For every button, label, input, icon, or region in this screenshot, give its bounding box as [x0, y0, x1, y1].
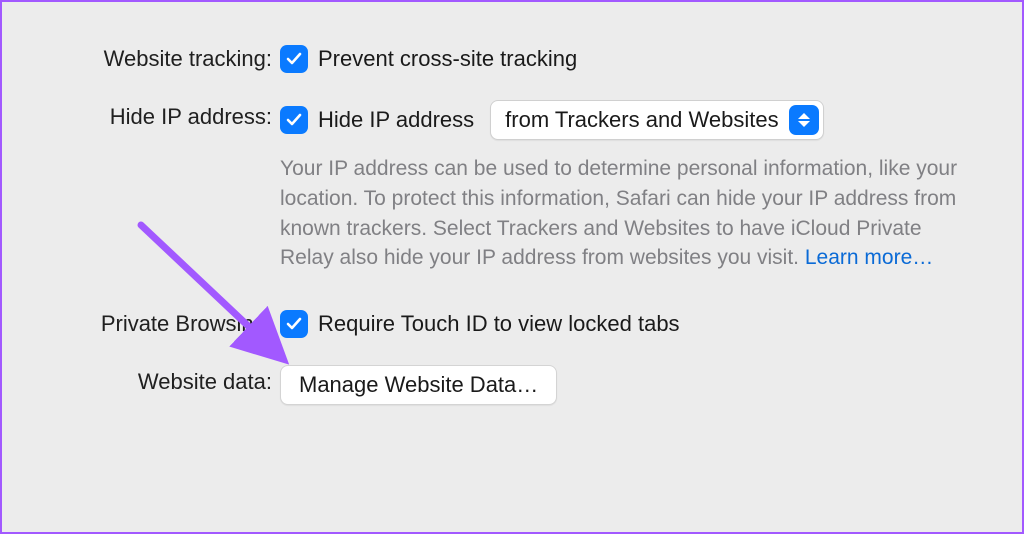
checkbox-label-prevent-cross-site-tracking: Prevent cross-site tracking — [318, 46, 577, 72]
checkbox-label-hide-ip-address: Hide IP address — [318, 107, 474, 133]
label-hide-ip-address: Hide IP address: — [42, 100, 280, 130]
checkbox-prevent-cross-site-tracking[interactable] — [280, 45, 308, 73]
check-icon — [285, 315, 303, 333]
learn-more-link[interactable]: Learn more… — [805, 246, 933, 269]
select-hide-ip-from-value: from Trackers and Websites — [505, 107, 788, 133]
checkbox-hide-ip-address[interactable] — [280, 106, 308, 134]
label-private-browsing: Private Browsing: — [42, 307, 280, 337]
row-hide-ip-address: Hide IP address: Hide IP address from Tr… — [42, 100, 986, 273]
help-text-hide-ip: Your IP address can be used to determine… — [280, 154, 970, 273]
check-icon — [285, 50, 303, 68]
updown-icon — [789, 105, 819, 135]
checkbox-require-touch-id[interactable] — [280, 310, 308, 338]
checkbox-label-require-touch-id: Require Touch ID to view locked tabs — [318, 311, 680, 337]
privacy-settings-pane: Website tracking: Prevent cross-site tra… — [42, 42, 986, 429]
manage-website-data-button-label: Manage Website Data… — [299, 372, 538, 398]
label-website-data: Website data: — [42, 365, 280, 395]
select-hide-ip-from[interactable]: from Trackers and Websites — [490, 100, 823, 140]
row-private-browsing: Private Browsing: Require Touch ID to vi… — [42, 307, 986, 341]
label-website-tracking: Website tracking: — [42, 42, 280, 72]
row-website-data: Website data: Manage Website Data… — [42, 365, 986, 405]
row-website-tracking: Website tracking: Prevent cross-site tra… — [42, 42, 986, 76]
check-icon — [285, 111, 303, 129]
manage-website-data-button[interactable]: Manage Website Data… — [280, 365, 557, 405]
